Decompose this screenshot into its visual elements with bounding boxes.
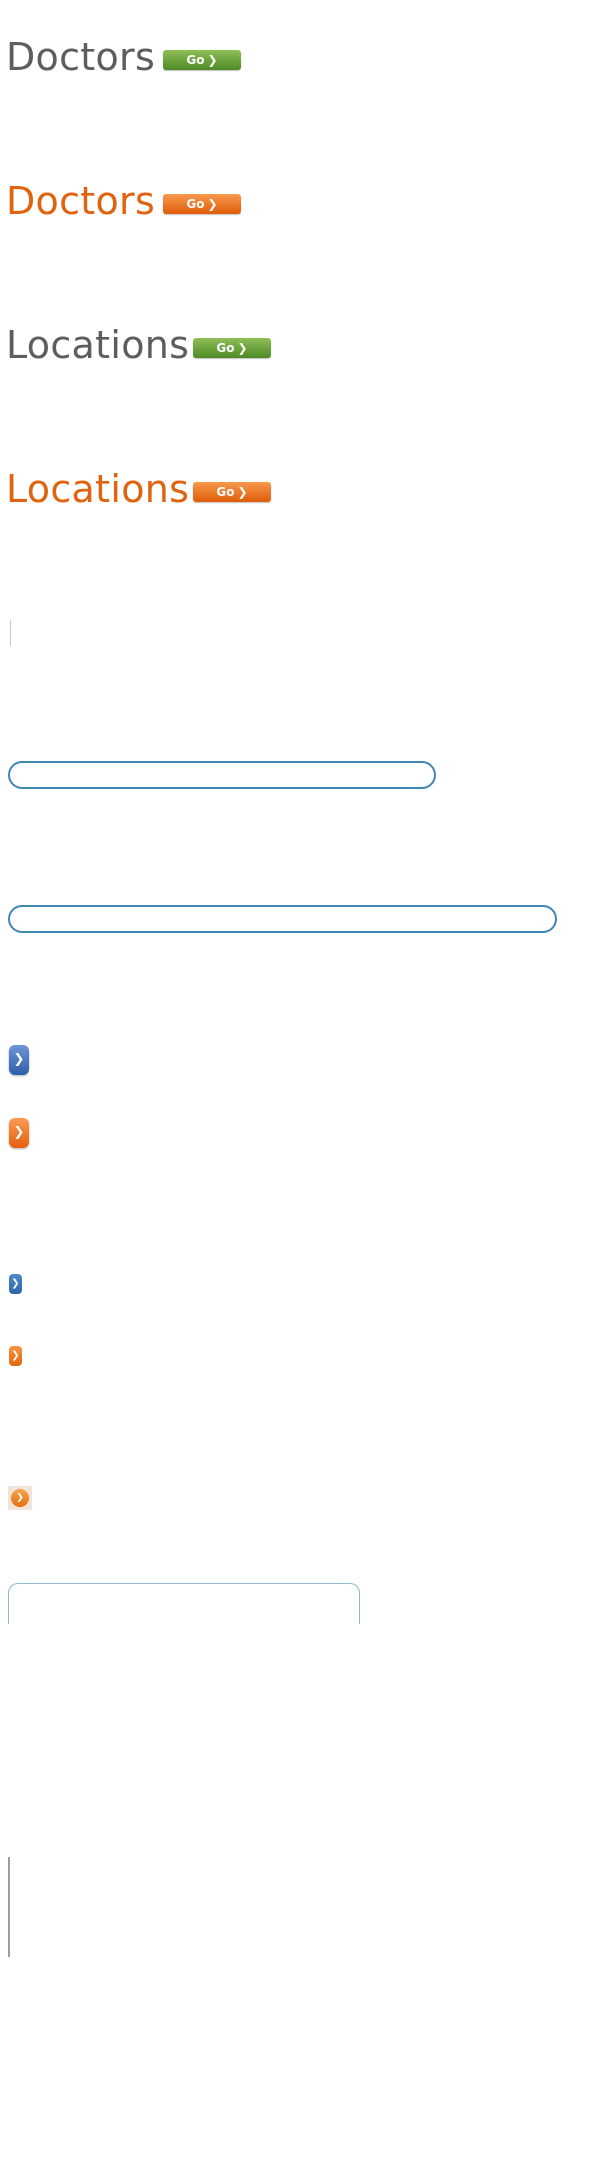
doctors-heading-gray: Doctors xyxy=(6,35,156,79)
arrow-button-blue-large[interactable]: ❯ xyxy=(9,1045,29,1075)
chevron-right-icon: ❯ xyxy=(207,53,218,67)
chevron-right-icon: ❯ xyxy=(237,341,248,355)
round-arrow-button-orange[interactable]: ❯ xyxy=(11,1489,29,1507)
chevron-right-icon: ❯ xyxy=(13,1052,25,1067)
locations-heading-orange: Locations xyxy=(6,467,190,511)
go-label: Go xyxy=(216,341,235,355)
chevron-right-icon: ❯ xyxy=(11,1350,20,1361)
go-label: Go xyxy=(186,197,205,211)
search-input-long[interactable] xyxy=(8,905,557,933)
arrow-button-orange-small[interactable]: ❯ xyxy=(9,1346,22,1366)
chevron-right-icon: ❯ xyxy=(207,197,218,211)
search-input-short[interactable] xyxy=(8,761,436,789)
go-label: Go xyxy=(216,485,235,499)
chevron-right-icon: ❯ xyxy=(13,1125,25,1140)
arrow-button-blue-small[interactable]: ❯ xyxy=(9,1274,22,1294)
content-panel xyxy=(8,1583,360,1624)
locations-go-button-green[interactable]: Go ❯ xyxy=(193,338,271,358)
locations-go-button-orange[interactable]: Go ❯ xyxy=(193,482,271,502)
doctors-go-button-orange[interactable]: Go ❯ xyxy=(163,194,241,214)
doctors-heading-orange: Doctors xyxy=(6,179,156,223)
chevron-right-icon: ❯ xyxy=(237,485,248,499)
round-arrow-tile: ❯ xyxy=(8,1486,32,1510)
go-label: Go xyxy=(186,53,205,67)
doctors-go-button-green[interactable]: Go ❯ xyxy=(163,50,241,70)
locations-heading-gray: Locations xyxy=(6,323,190,367)
chevron-right-icon: ❯ xyxy=(16,1493,24,1503)
divider-line xyxy=(10,620,11,646)
vertical-rule xyxy=(8,1857,10,1957)
chevron-right-icon: ❯ xyxy=(11,1278,20,1289)
arrow-button-orange-large[interactable]: ❯ xyxy=(9,1118,29,1148)
